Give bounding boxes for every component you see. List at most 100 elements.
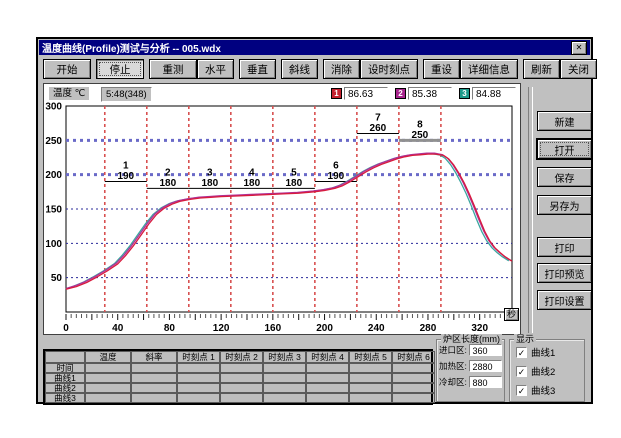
table-body: 时间曲线1曲线2曲线3 bbox=[45, 363, 431, 403]
svg-text:6: 6 bbox=[333, 161, 339, 172]
table-corner-cell bbox=[45, 351, 85, 363]
print-setup-button[interactable]: 打印设置 bbox=[537, 290, 592, 310]
col-timepoint-2: 时刻点 2 bbox=[220, 351, 263, 363]
svg-text:100: 100 bbox=[45, 239, 62, 250]
close-group: 关闭 bbox=[560, 59, 597, 79]
row-label: 时间 bbox=[45, 363, 85, 373]
table-cell bbox=[392, 383, 435, 393]
table-cell bbox=[220, 373, 263, 383]
heating-zone-input[interactable]: 2880 bbox=[469, 360, 502, 372]
table-cell bbox=[349, 373, 392, 383]
title-bar[interactable]: 温度曲线(Profile)测试与分析 -- 005.wdx ✕ bbox=[39, 40, 590, 55]
svg-text:0: 0 bbox=[63, 323, 69, 334]
profile-curve-chart[interactable]: 0408012016020024028032050100150200250300… bbox=[44, 84, 520, 334]
close-icon[interactable]: ✕ bbox=[571, 41, 587, 55]
channel2-swatch-icon: 2 bbox=[395, 88, 406, 99]
row-label: 曲线2 bbox=[45, 383, 85, 393]
save-as-button[interactable]: 另存为 bbox=[537, 195, 592, 215]
svg-text:8: 8 bbox=[417, 119, 423, 130]
table-cell bbox=[131, 393, 177, 403]
cooling-zone-label: 冷却区: bbox=[439, 376, 469, 388]
svg-text:280: 280 bbox=[420, 323, 437, 334]
legend-entry-2: 2 85.38 bbox=[395, 87, 452, 100]
curve1-checkbox[interactable]: ✓ bbox=[516, 347, 527, 358]
table-cell bbox=[392, 363, 435, 373]
curve2-checkbox[interactable]: ✓ bbox=[516, 366, 527, 377]
svg-text:250: 250 bbox=[412, 130, 429, 141]
svg-text:240: 240 bbox=[368, 323, 385, 334]
col-timepoint-1: 时刻点 1 bbox=[177, 351, 220, 363]
curve1-toggle-row: ✓ 曲线1 bbox=[516, 345, 584, 359]
print-button[interactable]: 打印 bbox=[537, 237, 592, 257]
svg-text:180: 180 bbox=[201, 178, 218, 189]
entry-zone-row: 进口区: 360 bbox=[439, 344, 502, 356]
details-button[interactable]: 详细信息 bbox=[460, 59, 518, 79]
curve3-checkbox[interactable]: ✓ bbox=[516, 385, 527, 396]
line-tool-group: 水平 垂直 斜线 消除 bbox=[197, 59, 360, 79]
timepoint-table: 温度 斜率 时刻点 1 时刻点 2 时刻点 3 时刻点 4 时刻点 5 时刻点 … bbox=[43, 349, 433, 405]
svg-text:120: 120 bbox=[213, 323, 230, 334]
table-cell bbox=[85, 393, 131, 403]
table-cell bbox=[306, 393, 349, 403]
display-group-title: 显示 bbox=[514, 334, 536, 344]
new-button[interactable]: 新建 bbox=[537, 111, 592, 131]
oven-zone-length-group: 炉区长度(mm) 进口区: 360 加热区: 2880 冷却区: 880 bbox=[436, 339, 505, 402]
table-cell bbox=[263, 393, 306, 403]
curve3-checkbox-label: 曲线3 bbox=[531, 383, 555, 397]
legend-entry-1: 1 86.63 bbox=[331, 87, 388, 100]
svg-text:160: 160 bbox=[264, 323, 281, 334]
table-cell bbox=[177, 383, 220, 393]
cooling-zone-input[interactable]: 880 bbox=[469, 376, 502, 388]
heating-zone-row: 加热区: 2880 bbox=[439, 360, 502, 372]
table-cell bbox=[263, 363, 306, 373]
table-cell bbox=[131, 383, 177, 393]
seconds-unit-button[interactable]: 秒 bbox=[504, 308, 519, 321]
svg-text:5: 5 bbox=[291, 167, 297, 178]
svg-text:180: 180 bbox=[243, 178, 260, 189]
channel2-value: 85.38 bbox=[408, 87, 452, 100]
table-cell bbox=[177, 373, 220, 383]
save-button[interactable]: 保存 bbox=[537, 167, 592, 187]
col-timepoint-3: 时刻点 3 bbox=[263, 351, 306, 363]
horizontal-button[interactable]: 水平 bbox=[197, 59, 234, 79]
channel3-value: 84.88 bbox=[472, 87, 516, 100]
open-button[interactable]: 打开 bbox=[537, 139, 592, 159]
svg-text:180: 180 bbox=[159, 178, 176, 189]
table-cell bbox=[263, 383, 306, 393]
print-preview-button[interactable]: 打印预览 bbox=[537, 263, 592, 283]
svg-text:200: 200 bbox=[45, 170, 62, 181]
temperature-chart-panel: 0408012016020024028032050100150200250300… bbox=[43, 83, 521, 335]
cooling-zone-row: 冷却区: 880 bbox=[439, 376, 502, 388]
erase-button[interactable]: 消除 bbox=[323, 59, 360, 79]
svg-text:4: 4 bbox=[249, 167, 255, 178]
display-curves-group: 显示 ✓ 曲线1 ✓ 曲线2 ✓ 曲线3 bbox=[509, 339, 585, 402]
start-button[interactable]: 开始 bbox=[43, 59, 91, 79]
vertical-button[interactable]: 垂直 bbox=[239, 59, 276, 79]
retest-button[interactable]: 重测 bbox=[149, 59, 197, 79]
entry-zone-input[interactable]: 360 bbox=[469, 344, 502, 356]
set-timepoint-button[interactable]: 设时刻点 bbox=[360, 59, 418, 79]
table-cell bbox=[85, 373, 131, 383]
stop-button[interactable]: 停止 bbox=[96, 59, 144, 79]
svg-text:2: 2 bbox=[165, 167, 171, 178]
slant-button[interactable]: 斜线 bbox=[281, 59, 318, 79]
table-row: 曲线2 bbox=[45, 383, 431, 393]
info-group: 详细信息 刷新 bbox=[460, 59, 560, 79]
svg-text:150: 150 bbox=[45, 205, 62, 216]
heating-zone-label: 加热区: bbox=[439, 360, 469, 372]
refresh-button[interactable]: 刷新 bbox=[523, 59, 560, 79]
reset-button[interactable]: 重设 bbox=[423, 59, 460, 79]
table-cell bbox=[349, 363, 392, 373]
table-header-row: 温度 斜率 时刻点 1 时刻点 2 时刻点 3 时刻点 4 时刻点 5 时刻点 … bbox=[45, 351, 431, 363]
legend-entry-3: 3 84.88 bbox=[459, 87, 516, 100]
table-cell bbox=[220, 363, 263, 373]
svg-text:7: 7 bbox=[375, 112, 381, 123]
time-readout: 5:48(348) bbox=[101, 87, 152, 102]
table-cell bbox=[177, 363, 220, 373]
table-cell bbox=[131, 373, 177, 383]
entry-zone-label: 进口区: bbox=[439, 344, 469, 356]
close-button[interactable]: 关闭 bbox=[560, 59, 597, 79]
channel3-swatch-icon: 3 bbox=[459, 88, 470, 99]
svg-text:200: 200 bbox=[316, 323, 333, 334]
table-cell bbox=[306, 373, 349, 383]
